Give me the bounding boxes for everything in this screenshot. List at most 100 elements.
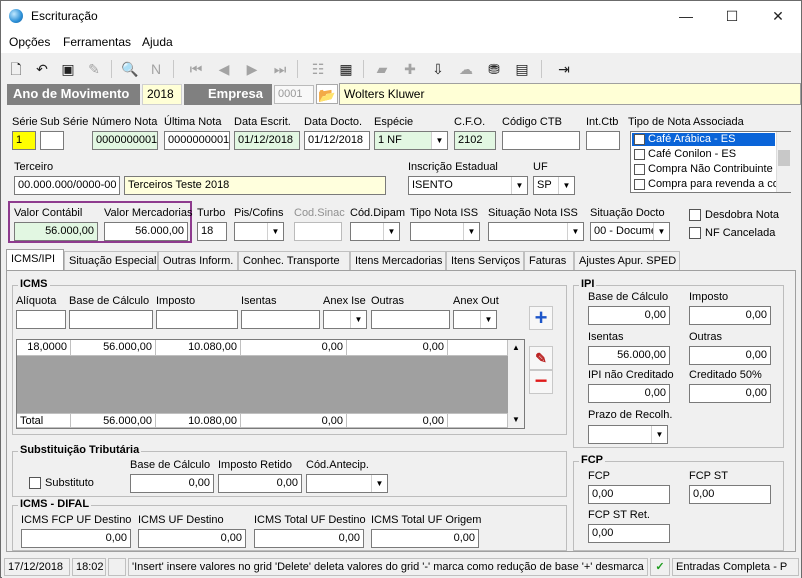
piscofins-combo[interactable]: ▼ — [234, 222, 284, 241]
cancelada-checkbox[interactable] — [689, 227, 701, 239]
ipi-base-field[interactable]: 0,00 — [588, 306, 670, 325]
ipi-naocred-field[interactable]: 0,00 — [588, 384, 670, 403]
undo-icon[interactable]: ↶ — [31, 58, 53, 80]
table-cell[interactable]: 18,0000 — [17, 340, 71, 356]
coddipam-combo[interactable]: ▼ — [350, 222, 400, 241]
next-icon[interactable]: ▶ — [241, 58, 263, 80]
table-cell[interactable]: 56.000,00 — [71, 340, 156, 356]
tab-itens-servicos[interactable]: Itens Serviços — [446, 251, 524, 271]
ipi-outras-field[interactable]: 0,00 — [689, 346, 771, 365]
checkbox-icon[interactable] — [634, 179, 645, 190]
empresa-code-field[interactable]: 0001 — [274, 85, 314, 104]
list-item[interactable]: Compra para revenda a co — [632, 178, 779, 191]
chevron-down-icon[interactable]: ▼ — [431, 132, 447, 149]
chevron-down-icon[interactable]: ▼ — [350, 311, 366, 328]
grid-scrollbar[interactable]: ▲ ▼ — [508, 340, 524, 428]
st-base-field[interactable]: 0,00 — [130, 474, 214, 493]
list-item[interactable]: Compra Não Contribuinte — [632, 163, 775, 176]
vc-field[interactable]: 56.000,00 — [14, 222, 98, 241]
outras-field[interactable] — [371, 310, 450, 329]
table-cell[interactable]: 0,00 — [241, 340, 347, 356]
isentas-field[interactable] — [241, 310, 320, 329]
table-cell[interactable] — [448, 340, 508, 356]
tipo-nota-list[interactable]: Café Arábica - ES Café Conilon - ES Comp… — [630, 131, 791, 193]
chevron-down-icon[interactable]: ▼ — [651, 426, 667, 443]
close-button[interactable]: ✕ — [755, 1, 801, 31]
edit-icon[interactable]: ✎ — [529, 346, 553, 370]
preview-icon[interactable]: 🔍 — [119, 58, 141, 80]
difal-fcp-field[interactable]: 0,00 — [21, 529, 131, 548]
st-antecip-combo[interactable]: ▼ — [306, 474, 388, 493]
chevron-down-icon[interactable]: ▼ — [371, 475, 387, 492]
cfo-field[interactable]: 2102 — [454, 131, 496, 150]
tab-ajustes-sped[interactable]: Ajustes Apur. SPED — [574, 251, 680, 271]
ipi-imposto-field[interactable]: 0,00 — [689, 306, 771, 325]
chevron-down-icon[interactable]: ▼ — [480, 311, 496, 328]
cib-icon[interactable]: ⛃ — [483, 58, 505, 80]
tab-situacao-especial[interactable]: Situação Especial — [64, 251, 158, 271]
minimize-button[interactable]: — — [663, 1, 709, 31]
tab-conhec-transporte[interactable]: Conhec. Transporte — [238, 251, 350, 271]
list-item[interactable]: Café Arábica - ES — [632, 133, 775, 146]
tab-outras-inform[interactable]: Outras Inform. — [158, 251, 238, 271]
table-cell[interactable]: 0,00 — [347, 340, 448, 356]
list-item[interactable]: Café Conilon - ES — [632, 148, 775, 161]
add-icon[interactable]: + — [529, 306, 553, 330]
database-icon[interactable]: ▤ — [511, 58, 533, 80]
menu-ajuda[interactable]: Ajuda — [142, 35, 173, 49]
open-folder-icon[interactable]: 📂 — [316, 84, 338, 104]
tools-icon[interactable]: ✎ — [83, 58, 105, 80]
import-icon[interactable]: ⇩ — [427, 58, 449, 80]
table-cell[interactable]: 10.080,00 — [156, 340, 241, 356]
difal-origem-field[interactable]: 0,00 — [371, 529, 479, 548]
fcp-ret-field[interactable]: 0,00 — [588, 524, 670, 543]
codsinac-field[interactable] — [294, 222, 342, 241]
dt-docto-field[interactable]: 01/12/2018 — [304, 131, 370, 150]
terceiro-code-field[interactable]: 00.000.000/0000-00 — [14, 176, 120, 195]
dt-escrit-field[interactable]: 01/12/2018 — [234, 131, 300, 150]
cloud-icon[interactable]: ☁ — [455, 58, 477, 80]
chevron-down-icon[interactable]: ▼ — [383, 223, 399, 240]
first-icon[interactable]: ⏮ — [185, 58, 207, 80]
vm-field[interactable]: 56.000,00 — [104, 222, 188, 241]
scroll-thumb[interactable] — [778, 150, 790, 166]
checkbox-icon[interactable] — [634, 134, 645, 145]
new-icon[interactable]: 🗋 — [5, 58, 27, 80]
ie-combo[interactable]: ISENTO ▼ — [408, 176, 528, 195]
numero-field[interactable]: 0000000001 — [92, 131, 158, 150]
subserie-field[interactable] — [40, 131, 64, 150]
tab-faturas[interactable]: Faturas — [524, 251, 574, 271]
tree-icon[interactable]: ☷ — [307, 58, 329, 80]
desdobra-checkbox[interactable] — [689, 209, 701, 221]
list-scrollbar[interactable] — [776, 132, 791, 192]
checkbox-icon[interactable] — [634, 164, 645, 175]
anexise-combo[interactable]: ▼ — [323, 310, 367, 329]
icms-grid[interactable]: 18,0000 56.000,00 10.080,00 0,00 0,00 To… — [16, 339, 525, 429]
fcp-field[interactable]: 0,00 — [588, 485, 670, 504]
save-icon[interactable]: ▣ — [57, 58, 79, 80]
serie-field[interactable]: 1 — [12, 131, 36, 150]
scroll-down-icon[interactable]: ▼ — [508, 412, 524, 428]
difal-total-field[interactable]: 0,00 — [254, 529, 364, 548]
base-field[interactable] — [69, 310, 153, 329]
sitiss-combo[interactable]: ▼ — [488, 222, 584, 241]
prev-icon[interactable]: ◀ — [213, 58, 235, 80]
anexout-combo[interactable]: ▼ — [453, 310, 497, 329]
ipi-prazo-combo[interactable]: ▼ — [588, 425, 668, 444]
remove-icon[interactable]: − — [529, 370, 553, 394]
imposto-field[interactable] — [156, 310, 238, 329]
chevron-down-icon[interactable]: ▼ — [567, 223, 583, 240]
intctb-field[interactable] — [586, 131, 620, 150]
exit-icon[interactable]: ⇥ — [553, 58, 575, 80]
maximize-button[interactable]: ☐ — [709, 1, 755, 31]
uf-combo[interactable]: SP ▼ — [533, 176, 575, 195]
tab-itens-mercadorias[interactable]: Itens Mercadorias — [350, 251, 446, 271]
puzzle-icon[interactable]: ✚ — [399, 58, 421, 80]
aliquota-field[interactable] — [16, 310, 66, 329]
fcp-st-field[interactable]: 0,00 — [689, 485, 771, 504]
checkbox-icon[interactable] — [634, 149, 645, 160]
especie-combo[interactable]: 1 NF ▼ — [374, 131, 448, 150]
ipi-isentas-field[interactable]: 56.000,00 — [588, 346, 670, 365]
folder-icon[interactable]: ▰ — [371, 58, 393, 80]
substituto-checkbox[interactable] — [29, 477, 41, 489]
